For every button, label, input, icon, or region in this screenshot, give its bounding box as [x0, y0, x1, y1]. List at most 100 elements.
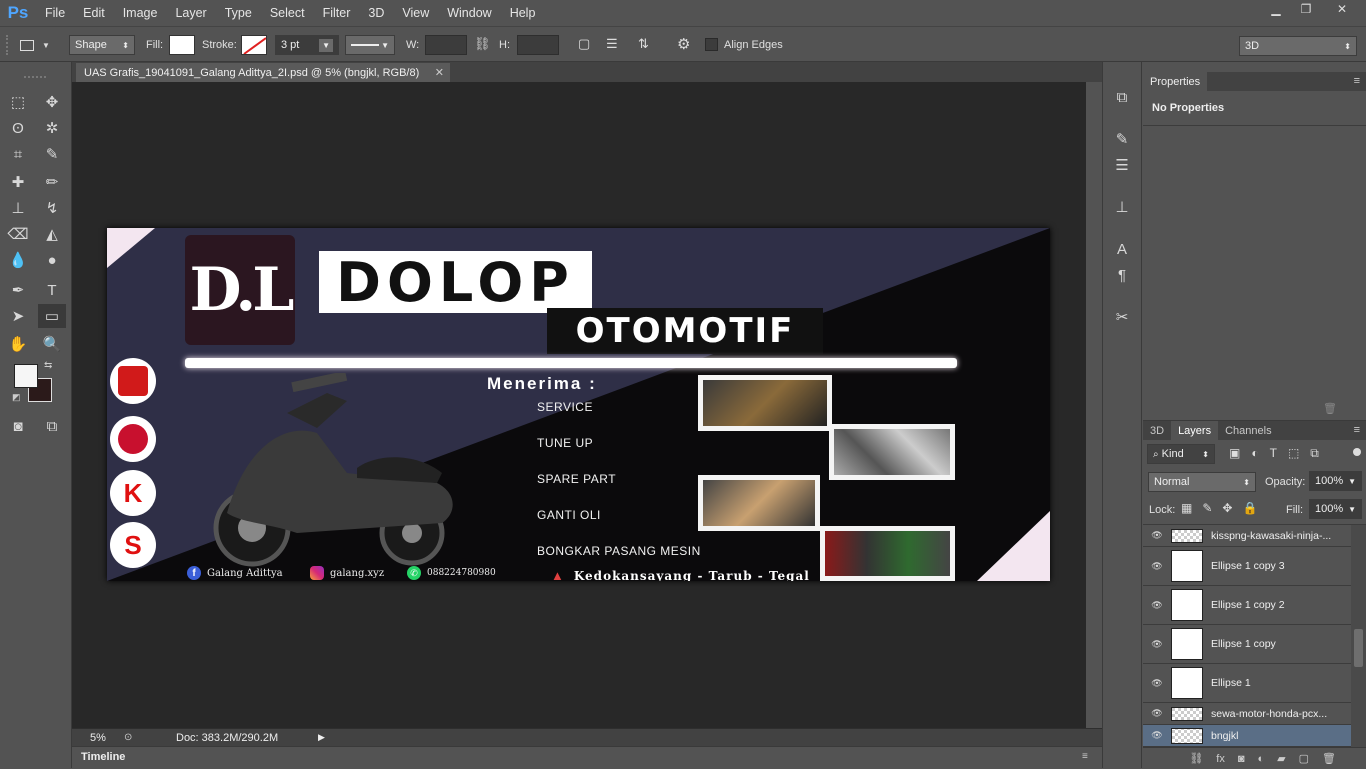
- timeline-tab[interactable]: Timeline: [81, 751, 125, 763]
- toolbar-grip[interactable]: [24, 76, 46, 78]
- character-panel-icon[interactable]: A: [1103, 236, 1141, 262]
- path-selection-tool-icon[interactable]: ➤: [6, 304, 30, 328]
- path-operations-icon[interactable]: ▢: [578, 36, 590, 52]
- move-tool-icon[interactable]: ✥: [40, 90, 64, 114]
- stroke-width-field[interactable]: 3 pt ▼: [275, 35, 339, 55]
- layer-row[interactable]: 👁 Ellipse 1 copy 2: [1143, 586, 1351, 625]
- marquee-tool-icon[interactable]: ⬚: [6, 90, 30, 114]
- zoom-level[interactable]: 5%: [72, 732, 124, 744]
- layers-scrollbar[interactable]: [1351, 525, 1366, 747]
- shape-mode-select[interactable]: Shape ⬍: [69, 35, 135, 55]
- blend-mode-select[interactable]: Normal ⬍: [1148, 472, 1256, 492]
- history-brush-tool-icon[interactable]: ↯: [40, 196, 64, 220]
- visibility-eye-icon[interactable]: 👁: [1143, 730, 1171, 741]
- brush-tool-icon[interactable]: ✏: [40, 170, 64, 194]
- layer-row[interactable]: 👁 Ellipse 1 copy 3: [1143, 547, 1351, 586]
- menu-filter[interactable]: Filter: [314, 0, 360, 26]
- stroke-type-select[interactable]: ▼: [345, 35, 395, 55]
- menu-edit[interactable]: Edit: [74, 0, 114, 26]
- tool-preset-picker[interactable]: ▼: [20, 35, 60, 55]
- opacity-field[interactable]: 100% ▼: [1309, 471, 1362, 491]
- clone-source-icon[interactable]: ⊥: [1103, 194, 1141, 220]
- adjustment-layer-icon[interactable]: ◐: [1258, 753, 1265, 765]
- blur-tool-icon[interactable]: 💧: [6, 248, 30, 272]
- tab-channels[interactable]: Channels: [1218, 421, 1278, 440]
- delete-icon[interactable]: 🗑: [1323, 402, 1337, 415]
- visibility-eye-icon[interactable]: 👁: [1143, 708, 1171, 719]
- lasso-tool-icon[interactable]: ʘ: [6, 116, 30, 140]
- gear-icon[interactable]: ⚙: [677, 35, 690, 53]
- layer-style-icon[interactable]: fx: [1216, 753, 1225, 765]
- layer-row[interactable]: 👁 Ellipse 1 copy: [1143, 625, 1351, 664]
- visibility-eye-icon[interactable]: 👁: [1143, 530, 1171, 541]
- visibility-eye-icon[interactable]: 👁: [1143, 678, 1171, 689]
- image-filter-icon[interactable]: ▣: [1229, 446, 1240, 461]
- swap-colors-icon[interactable]: ⇆: [44, 360, 52, 371]
- healing-brush-tool-icon[interactable]: ✚: [6, 170, 30, 194]
- layer-row[interactable]: 👁 kisspng-kawasaki-ninja-...: [1143, 525, 1351, 547]
- lock-all-icon[interactable]: 🔒: [1242, 501, 1257, 515]
- path-alignment-icon[interactable]: ☰: [606, 36, 618, 52]
- paint-bucket-tool-icon[interactable]: ◭: [40, 222, 64, 246]
- scrollbar-thumb[interactable]: [1354, 629, 1363, 667]
- stroke-swatch[interactable]: [241, 35, 267, 55]
- fill-field[interactable]: 100% ▼: [1309, 499, 1362, 519]
- filter-kind-select[interactable]: ⌕ Kind ⬍: [1147, 444, 1215, 464]
- eyedropper-tool-icon[interactable]: ✎: [40, 142, 64, 166]
- filter-toggle[interactable]: [1353, 448, 1361, 456]
- screen-mode-icon[interactable]: ⧉: [40, 414, 64, 438]
- clone-stamp-tool-icon[interactable]: ⊥: [6, 196, 30, 220]
- tab-3d[interactable]: 3D: [1143, 421, 1171, 440]
- layer-row[interactable]: 👁 bngjkl: [1143, 725, 1351, 747]
- properties-tab[interactable]: Properties: [1143, 72, 1208, 91]
- history-panel-icon[interactable]: ⧉: [1103, 84, 1141, 110]
- panel-menu-icon[interactable]: ≡: [1082, 751, 1088, 762]
- link-icon[interactable]: ⛓: [474, 36, 491, 52]
- link-layers-icon[interactable]: ⛓: [1189, 752, 1203, 765]
- menu-window[interactable]: Window: [438, 0, 500, 26]
- pen-tool-icon[interactable]: ✒: [6, 278, 30, 302]
- smart-object-filter-icon[interactable]: ⧉: [1310, 446, 1319, 461]
- visibility-eye-icon[interactable]: 👁: [1143, 561, 1171, 572]
- panel-menu-icon[interactable]: ≡: [1354, 72, 1360, 91]
- lock-pixels-icon[interactable]: ✎: [1202, 501, 1212, 515]
- menu-view[interactable]: View: [393, 0, 438, 26]
- status-menu-arrow-icon[interactable]: ▶: [318, 732, 325, 743]
- rectangle-tool-icon[interactable]: ▭: [38, 304, 66, 328]
- lock-position-icon[interactable]: ✥: [1222, 501, 1232, 515]
- menu-file[interactable]: File: [36, 0, 74, 26]
- shape-filter-icon[interactable]: ⬚: [1288, 446, 1299, 461]
- type-filter-icon[interactable]: T: [1270, 446, 1277, 461]
- document-tab[interactable]: UAS Grafis_19041091_Galang Adittya_2I.ps…: [76, 63, 450, 82]
- restore-icon[interactable]: ❐: [1290, 0, 1322, 18]
- menu-3d[interactable]: 3D: [359, 0, 393, 26]
- menu-help[interactable]: Help: [501, 0, 545, 26]
- fill-swatch[interactable]: [169, 35, 195, 55]
- tool-presets-icon[interactable]: ✂: [1103, 304, 1141, 330]
- lock-transparency-icon[interactable]: ▦: [1181, 501, 1192, 515]
- width-field[interactable]: [425, 35, 467, 55]
- foreground-color-swatch[interactable]: [14, 364, 38, 388]
- close-icon[interactable]: ✕: [1322, 0, 1362, 18]
- crop-tool-icon[interactable]: ⌗: [6, 142, 30, 166]
- default-colors-icon[interactable]: ◩: [12, 392, 21, 403]
- new-layer-icon[interactable]: ▢: [1299, 752, 1309, 765]
- brush-panel-icon[interactable]: ✎: [1103, 126, 1141, 152]
- dodge-tool-icon[interactable]: ●: [40, 248, 64, 272]
- paragraph-panel-icon[interactable]: ¶: [1103, 262, 1141, 288]
- magic-wand-tool-icon[interactable]: ✲: [40, 116, 64, 140]
- delete-layer-icon[interactable]: 🗑: [1322, 752, 1336, 765]
- adjustment-filter-icon[interactable]: ◐: [1251, 446, 1258, 461]
- align-edges-checkbox[interactable]: [705, 38, 718, 51]
- eraser-tool-icon[interactable]: ⌫: [6, 222, 30, 246]
- hand-tool-icon[interactable]: ✋: [6, 332, 30, 356]
- drag-handle[interactable]: [6, 35, 10, 55]
- panel-menu-icon[interactable]: ≡: [1354, 421, 1360, 440]
- visibility-eye-icon[interactable]: 👁: [1143, 639, 1171, 650]
- new-group-icon[interactable]: ▰: [1277, 752, 1285, 765]
- zoom-tool-icon[interactable]: 🔍: [40, 332, 64, 356]
- workspace-select[interactable]: 3D ⬍: [1239, 36, 1357, 56]
- close-tab-icon[interactable]: ✕: [435, 66, 444, 79]
- layer-row[interactable]: 👁 Ellipse 1: [1143, 664, 1351, 703]
- minimize-icon[interactable]: ▁: [1260, 0, 1292, 18]
